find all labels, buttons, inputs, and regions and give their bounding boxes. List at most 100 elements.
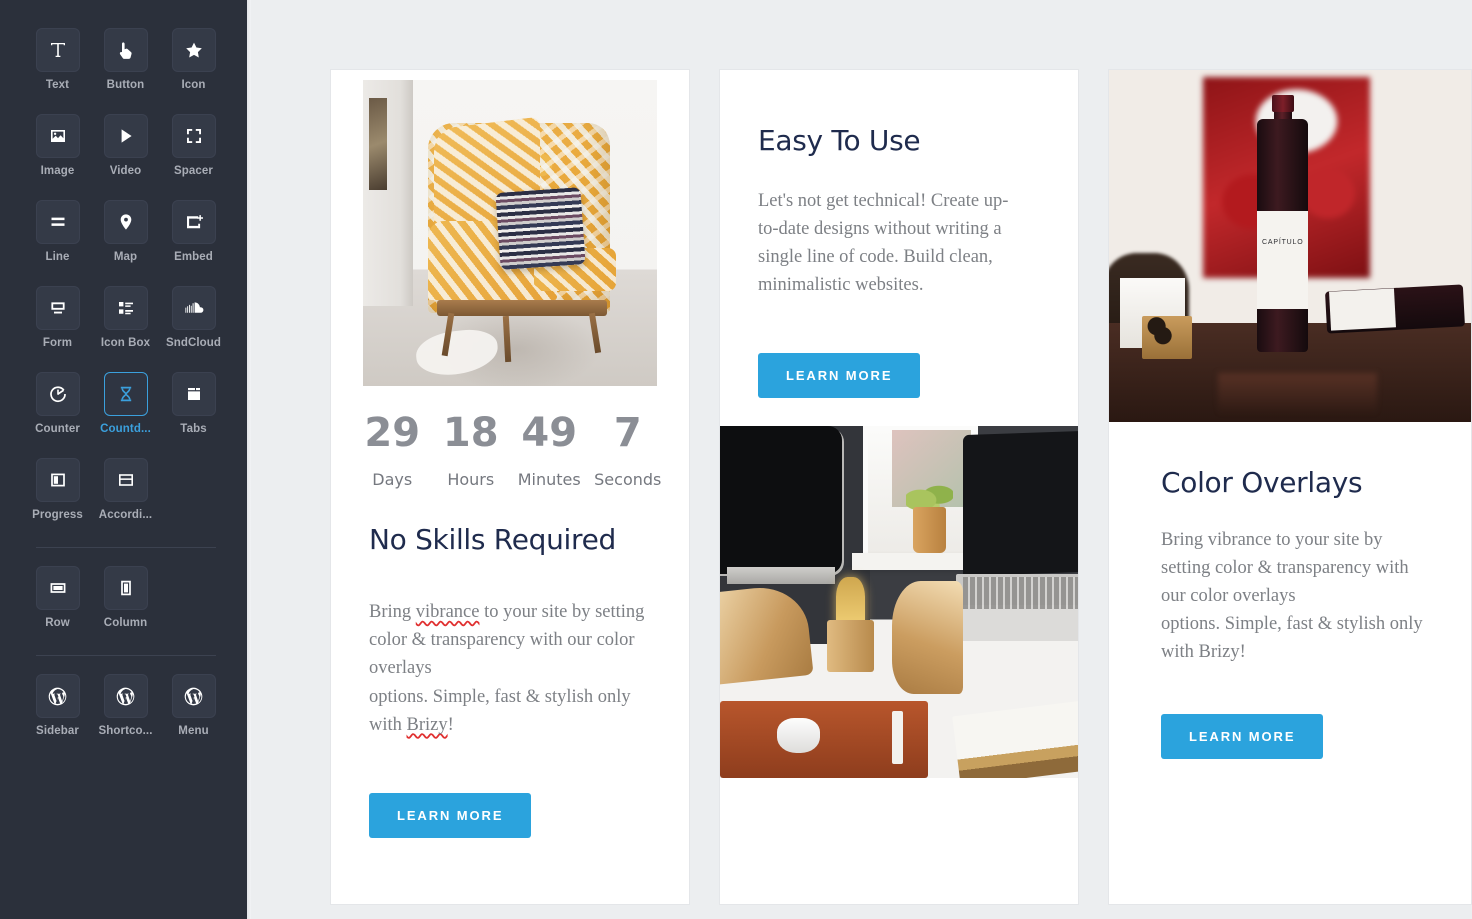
- sidebar-item-label: Spacer: [174, 165, 213, 177]
- card-heading: No Skills Required: [369, 522, 617, 556]
- wordpress-icon: [103, 674, 148, 718]
- sidebar-item-label: Text: [45, 79, 70, 91]
- countdown-label: Days: [372, 470, 413, 489]
- wine-bottles-photo[interactable]: CAPÍTULO: [1109, 70, 1471, 422]
- tabs-icon: [171, 372, 216, 416]
- countdown-unit-hours: 18 Hours: [432, 410, 511, 491]
- sidebar-item-icon-box[interactable]: Icon Box: [92, 280, 160, 366]
- sidebar-item-sndcloud[interactable]: SndCloud: [160, 280, 228, 366]
- learn-more-button[interactable]: LEARN MORE: [1161, 714, 1324, 760]
- sidebar-item-label: Row: [45, 617, 70, 629]
- map-pin-icon: [103, 200, 148, 244]
- sidebar-group-4: Sidebar Shortco... Menu: [0, 668, 251, 754]
- sidebar-item-label: Icon: [181, 79, 206, 91]
- sidebar-item-label: Icon Box: [100, 337, 151, 349]
- page-canvas: 29 Days 18 Hours 49 Minutes 7 Seconds No…: [251, 0, 1472, 919]
- sidebar-item-label: Countd...: [100, 423, 151, 435]
- countdown-value: 49: [521, 410, 578, 456]
- sidebar-item-counter[interactable]: Counter: [24, 366, 92, 452]
- sidebar-item-countdown[interactable]: Countd...: [92, 366, 160, 452]
- sidebar-item-label: Line: [45, 251, 70, 263]
- wordpress-icon: [171, 674, 216, 718]
- body-fragment: Bring: [369, 602, 416, 623]
- hourglass-icon: [103, 372, 148, 416]
- sidebar-item-label: Embed: [174, 251, 213, 263]
- sidebar-item-spacer[interactable]: Spacer: [160, 108, 228, 194]
- desk-workspace-photo[interactable]: [720, 426, 1078, 779]
- sidebar-item-label: Sidebar: [36, 725, 79, 737]
- countdown-unit-seconds: 7 Seconds: [589, 410, 668, 491]
- card-body-text: Bring vibrance to your site by setting c…: [369, 598, 651, 739]
- sidebar-item-menu[interactable]: Menu: [160, 668, 228, 754]
- button-icon: [103, 28, 148, 72]
- sidebar-item-label: Map: [113, 251, 138, 263]
- sidebar-item-label: Counter: [35, 423, 80, 435]
- accordion-icon: [103, 458, 148, 502]
- sidebar-item-label: Progress: [32, 509, 83, 521]
- sidebar-item-row[interactable]: Row: [24, 560, 92, 646]
- row-icon: [35, 566, 80, 610]
- wordpress-icon: [35, 674, 80, 718]
- countdown-label: Hours: [447, 470, 495, 489]
- wine-bottle-label-text: CAPÍTULO: [1262, 238, 1304, 246]
- sidebar-group-3: Row Column: [0, 560, 251, 646]
- countdown-unit-minutes: 49 Minutes: [510, 410, 589, 491]
- learn-more-button[interactable]: LEARN MORE: [369, 792, 532, 838]
- sidebar-item-sidebar[interactable]: Sidebar: [24, 668, 92, 754]
- sidebar-item-shortcode[interactable]: Shortco...: [92, 668, 160, 754]
- sidebar-item-label: Form: [42, 337, 73, 349]
- card-body-text: Bring vibrance to your site by setting c…: [1161, 526, 1423, 667]
- learn-more-button[interactable]: LEARN MORE: [758, 353, 921, 399]
- sidebar-item-text[interactable]: Text: [24, 22, 92, 108]
- body-fragment: Bring vibrance to your site by setting c…: [1161, 529, 1409, 606]
- text-icon: [35, 28, 80, 72]
- body-fragment: options. Simple, fast & stylish only wit…: [1161, 613, 1423, 663]
- sidebar-group-1: Text Button Icon Image Video Spacer Line…: [0, 22, 251, 452]
- star-icon: [171, 28, 216, 72]
- countdown-label: Seconds: [594, 470, 662, 489]
- sidebar-item-label: Tabs: [180, 423, 207, 435]
- sidebar-item-label: Shortco...: [98, 725, 153, 737]
- sidebar-item-label: Image: [40, 165, 75, 177]
- card-heading: Color Overlays: [1161, 466, 1363, 499]
- sidebar-item-image[interactable]: Image: [24, 108, 92, 194]
- sidebar-item-label: Accordi...: [98, 509, 153, 521]
- sidebar-item-embed[interactable]: Embed: [160, 194, 228, 280]
- column-icon: [103, 566, 148, 610]
- sidebar-item-line[interactable]: Line: [24, 194, 92, 280]
- sidebar-item-accordion[interactable]: Accordi...: [92, 452, 160, 538]
- misspelled-word-brizy: Brizy: [406, 714, 448, 735]
- sidebar-item-map[interactable]: Map: [92, 194, 160, 280]
- countdown-value: 18: [442, 410, 499, 456]
- sidebar-item-video[interactable]: Video: [92, 108, 160, 194]
- sidebar-divider-2: [35, 655, 216, 656]
- line-icon: [35, 200, 80, 244]
- sidebar-item-column[interactable]: Column: [92, 560, 160, 646]
- icon-box-icon: [103, 286, 148, 330]
- card-no-skills-required[interactable]: 29 Days 18 Hours 49 Minutes 7 Seconds No…: [330, 69, 690, 905]
- soundcloud-icon: [171, 286, 216, 330]
- countdown-widget[interactable]: 29 Days 18 Hours 49 Minutes 7 Seconds: [331, 386, 689, 491]
- embed-icon: [171, 200, 216, 244]
- card-easy-to-use[interactable]: Easy To Use Let's not get technical! Cre…: [719, 69, 1079, 905]
- card-color-overlays[interactable]: CAPÍTULO Color Overlays Bring vibrance t…: [1108, 69, 1472, 905]
- misspelled-word-vibrance: vibrance: [415, 602, 480, 623]
- sidebar-divider-1: [35, 547, 216, 548]
- counter-icon: [35, 372, 80, 416]
- progress-icon: [35, 458, 80, 502]
- sidebar-item-button[interactable]: Button: [92, 22, 160, 108]
- sidebar-item-label: Column: [103, 617, 148, 629]
- card-heading: Easy To Use: [758, 124, 921, 157]
- video-play-icon: [103, 114, 148, 158]
- body-fragment: !: [447, 714, 454, 735]
- sidebar-item-icon[interactable]: Icon: [160, 22, 228, 108]
- form-icon: [35, 286, 80, 330]
- sidebar-item-label: Video: [109, 165, 142, 177]
- image-icon: [35, 114, 80, 158]
- sidebar-item-progress[interactable]: Progress: [24, 452, 92, 538]
- sidebar-item-form[interactable]: Form: [24, 280, 92, 366]
- spacer-icon: [171, 114, 216, 158]
- armchair-photo[interactable]: [363, 80, 657, 386]
- sidebar-item-tabs[interactable]: Tabs: [160, 366, 228, 452]
- elements-sidebar: Text Button Icon Image Video Spacer Line…: [0, 0, 251, 919]
